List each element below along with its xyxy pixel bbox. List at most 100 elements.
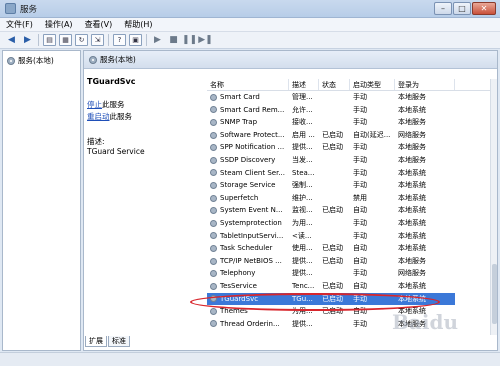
show-hide-tree-icon[interactable]: ▤ <box>43 34 56 46</box>
service-gear-icon <box>210 131 217 139</box>
service-startup-cell: 手动 <box>353 218 367 227</box>
service-gear-icon <box>210 118 217 126</box>
restart-action: 重启动此服务 <box>87 111 202 122</box>
service-logon-cell: 网络服务 <box>398 130 426 139</box>
column-header-status[interactable]: 状态 <box>319 79 350 90</box>
table-row[interactable]: SSDP Discovery 当发... 手动 本地服务 <box>207 154 490 167</box>
table-row[interactable]: Superfetch 维护... 禁用 本地系统 <box>207 192 490 205</box>
scrollbar-thumb[interactable] <box>492 264 497 324</box>
service-name: Software Protect... <box>220 130 285 139</box>
service-name: SNMP Trap <box>220 118 258 127</box>
export-list-icon[interactable]: ⇲ <box>91 34 104 46</box>
service-name: SSDP Discovery <box>220 155 276 164</box>
toolbar: ◀ ▶ ▤ ▦ ↻ ⇲ ? ▣ ▶ ■ ❚❚ ▶❚ <box>0 32 500 49</box>
service-name-cell: System Event N... <box>207 204 289 217</box>
service-name: Smart Card <box>220 93 260 101</box>
list-header: 名称 描述 状态 启动类型 登录为 <box>207 79 490 91</box>
service-desc-cell: 为用... <box>292 218 313 227</box>
table-row[interactable]: Storage Service 强制... 手动 本地系统 <box>207 179 490 192</box>
selected-service-name: TGuardSvc <box>87 77 136 86</box>
view-tabs: 扩展 标准 <box>85 336 131 347</box>
service-gear-icon <box>210 244 217 252</box>
service-name-cell: Software Protect... <box>207 129 289 142</box>
service-startup-cell: 手动 <box>353 143 367 152</box>
refresh-icon[interactable]: ↻ <box>75 34 88 46</box>
minimize-button[interactable]: – <box>434 2 452 15</box>
service-name: Storage Service <box>220 181 276 190</box>
stop-service-icon[interactable]: ■ <box>167 34 180 46</box>
service-name-cell: TCP/IP NetBIOS ... <box>207 255 289 268</box>
menu-file[interactable]: 文件(F) <box>6 19 33 30</box>
service-status-cell: 已启动 <box>322 281 343 290</box>
table-row[interactable]: Smart Card Rem... 允许... 手动 本地系统 <box>207 104 490 117</box>
column-header-name[interactable]: 名称 <box>207 79 289 90</box>
service-gear-icon <box>210 270 217 278</box>
restart-service-icon[interactable]: ▶❚ <box>198 34 212 46</box>
title-bar: 服务 – □ ✕ <box>0 0 500 18</box>
service-gear-icon <box>210 93 217 101</box>
table-row[interactable]: SPP Notification ... 提供... 已启动 手动 本地服务 <box>207 141 490 154</box>
service-name: Smart Card Rem... <box>220 105 285 114</box>
close-button[interactable]: ✕ <box>472 2 496 15</box>
service-status-cell: 已启动 <box>322 130 343 139</box>
tree-item-label: 服务(本地) <box>18 56 54 65</box>
service-status-cell: 已启动 <box>322 256 343 265</box>
service-gear-icon <box>210 320 217 328</box>
service-desc-cell: 启用 ... <box>292 130 315 139</box>
stop-action: 停止此服务 <box>87 99 202 110</box>
maximize-button[interactable]: □ <box>453 2 471 15</box>
service-name: System Event N... <box>220 206 283 215</box>
panel-header: 服务(本地) <box>84 51 497 69</box>
window-controls: – □ ✕ <box>433 2 496 15</box>
menu-action[interactable]: 操作(A) <box>45 19 73 30</box>
stop-suffix: 此服务 <box>102 100 125 109</box>
start-service-icon[interactable]: ▶ <box>151 34 164 46</box>
service-name-cell: SPP Notification ... <box>207 141 289 154</box>
table-row[interactable]: TesService Tenc... 已启动 自动 本地系统 <box>207 280 490 293</box>
service-desc-cell: 管理... <box>292 93 313 101</box>
service-startup-cell: 自动 <box>353 256 367 265</box>
table-row[interactable]: System Event N... 监视... 已启动 自动 本地系统 <box>207 204 490 217</box>
service-startup-cell: 自动(延迟... <box>353 130 391 139</box>
column-header-description[interactable]: 描述 <box>289 79 319 90</box>
menu-help[interactable]: 帮助(H) <box>124 19 152 30</box>
service-name: SPP Notification ... <box>220 143 285 152</box>
table-row[interactable]: TabletInputServi... <读... 手动 本地系统 <box>207 230 490 243</box>
properties-icon[interactable]: ▦ <box>59 34 72 46</box>
service-logon-cell: 本地系统 <box>398 206 426 215</box>
pause-service-icon[interactable]: ❚❚ <box>182 34 197 46</box>
vertical-scrollbar[interactable] <box>490 79 497 335</box>
service-logon-cell: 本地系统 <box>398 281 426 290</box>
service-logon-cell: 本地系统 <box>398 193 426 202</box>
service-name-cell: Smart Card Rem... <box>207 104 289 117</box>
table-row[interactable]: Steam Client Ser... Stea... 手动 本地系统 <box>207 167 490 180</box>
column-header-log-on-as[interactable]: 登录为 <box>395 79 455 90</box>
service-name-cell: Storage Service <box>207 179 289 192</box>
table-row[interactable]: Software Protect... 启用 ... 已启动 自动(延迟... 网络服务 <box>207 129 490 142</box>
stop-service-link[interactable]: 停止 <box>87 100 102 109</box>
back-arrow-icon[interactable]: ◀ <box>5 34 18 46</box>
table-row[interactable]: TCP/IP NetBIOS ... 提供... 已启动 自动 本地服务 <box>207 255 490 268</box>
table-row[interactable]: Telephony 提供... 手动 网络服务 <box>207 267 490 280</box>
tab-extended[interactable]: 扩展 <box>85 336 107 347</box>
service-name-cell: Smart Card <box>207 91 289 104</box>
service-name-cell: SSDP Discovery <box>207 154 289 167</box>
table-row[interactable]: Task Scheduler 使用... 已启动 自动 本地系统 <box>207 242 490 255</box>
tab-standard[interactable]: 标准 <box>108 336 130 347</box>
column-header-startup-type[interactable]: 启动类型 <box>350 79 395 90</box>
restart-service-link[interactable]: 重启动 <box>87 112 110 121</box>
service-startup-cell: 自动 <box>353 244 367 253</box>
service-name-cell: Task Scheduler <box>207 242 289 255</box>
menu-view[interactable]: 查看(V) <box>85 19 113 30</box>
service-startup-cell: 手动 <box>353 168 367 177</box>
description-label: 描述: <box>87 137 105 146</box>
table-row[interactable]: SNMP Trap 接收... 手动 本地服务 <box>207 116 490 129</box>
tree-item-services-local[interactable]: 服务(本地) <box>7 55 54 66</box>
table-row[interactable]: Systemprotection 为用... 手动 本地系统 <box>207 217 490 230</box>
service-name-cell: Superfetch <box>207 192 289 205</box>
service-startup-cell: 手动 <box>353 155 367 164</box>
forward-arrow-icon[interactable]: ▶ <box>21 34 34 46</box>
mmc-console-icon[interactable]: ▣ <box>129 34 142 46</box>
table-row[interactable]: Smart Card 管理... 手动 本地服务 <box>207 91 490 104</box>
help-icon[interactable]: ? <box>113 34 126 46</box>
